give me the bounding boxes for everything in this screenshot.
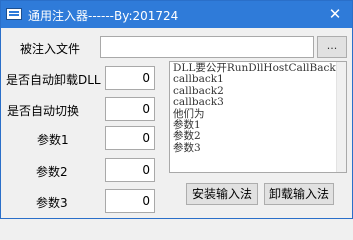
auto-unload-dll-label: 是否自动卸载DLL: [6, 73, 101, 87]
param2-input[interactable]: 0: [105, 158, 155, 182]
app-window-icon: [6, 8, 22, 20]
uninstall-ime-button[interactable]: 卸载输入法: [264, 183, 334, 205]
injector-window: 通用注入器------By:201724 ✕ 被注入文件 ... 是否自动卸载D…: [0, 0, 353, 219]
param2-label: 参数2: [36, 165, 68, 179]
param1-label: 参数1: [37, 133, 69, 147]
auto-switch-input[interactable]: 0: [105, 97, 155, 121]
memo-line: callback3: [173, 96, 224, 109]
target-file-label: 被注入文件: [20, 42, 81, 56]
browse-button[interactable]: ...: [317, 36, 347, 58]
param3-label: 参数3: [36, 196, 68, 210]
close-button[interactable]: ✕: [326, 5, 344, 23]
auto-unload-dll-input[interactable]: 0: [105, 66, 155, 90]
param3-input[interactable]: 0: [105, 189, 155, 213]
memo-scrollbar[interactable]: [336, 62, 346, 172]
target-file-input[interactable]: [100, 36, 314, 58]
title-bar[interactable]: 通用注入器------By:201724 ✕: [1, 1, 352, 28]
param1-input[interactable]: 0: [105, 126, 155, 150]
install-ime-button[interactable]: 安装输入法: [186, 183, 258, 205]
memo-line: 参数3: [173, 141, 201, 154]
auto-switch-label: 是否自动切换: [7, 104, 80, 118]
info-memo[interactable]: DLL要公开RunDllHostCallBack callback1 callb…: [169, 61, 347, 173]
window-title: 通用注入器------By:201724: [28, 9, 179, 23]
